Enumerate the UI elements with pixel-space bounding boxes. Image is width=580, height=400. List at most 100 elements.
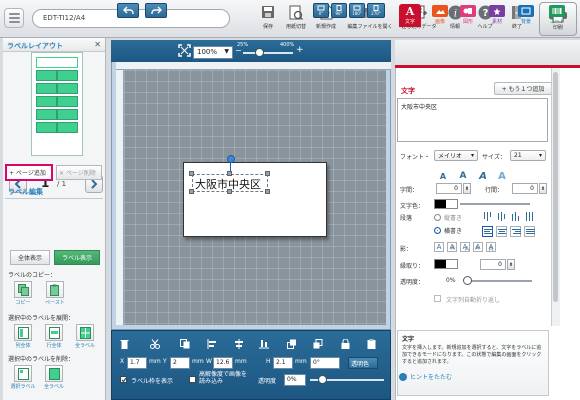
wrap-checkbox[interactable] <box>434 295 441 302</box>
resize-handle[interactable] <box>189 189 194 194</box>
text-color-swatch[interactable] <box>434 199 458 209</box>
redo-button[interactable] <box>145 3 167 18</box>
zoom-slider-thumb[interactable] <box>255 48 264 57</box>
copy-object-icon[interactable] <box>179 338 190 349</box>
delete-page-button[interactable]: ✕ ページ削除 <box>56 165 102 180</box>
resize-handle[interactable] <box>265 189 270 194</box>
align-left-icon[interactable] <box>206 338 217 349</box>
resize-handle[interactable] <box>189 171 194 176</box>
fit-screen-icon[interactable] <box>178 44 191 57</box>
shadow-none-icon[interactable]: A <box>434 242 444 252</box>
tab-material[interactable]: 素材 <box>485 4 509 27</box>
text-color-slider[interactable] <box>460 203 530 205</box>
label-cell[interactable] <box>36 57 78 68</box>
shadow-2-icon[interactable]: A <box>460 242 470 252</box>
label-cell[interactable] <box>57 70 78 81</box>
add-page-button[interactable]: + ページ追加 <box>5 164 53 181</box>
expand-row-button[interactable]: 行全体 <box>43 324 65 351</box>
shadow-1-icon[interactable]: A <box>447 242 457 252</box>
clipboard-icon[interactable] <box>366 338 377 349</box>
font-medium-a-icon[interactable]: A <box>458 171 468 181</box>
bring-front-icon[interactable] <box>286 338 297 349</box>
layout-thumbnail[interactable] <box>31 52 83 156</box>
label-cell[interactable] <box>57 83 78 94</box>
paste-button[interactable]: ペースト <box>44 281 66 308</box>
close-icon[interactable]: ✕ <box>94 40 101 49</box>
transparency-slider-thumb[interactable] <box>318 375 327 384</box>
align-bottom-icon[interactable] <box>258 338 269 349</box>
align-justify-text-button[interactable] <box>524 226 535 237</box>
font-italic-a-icon[interactable]: A <box>478 171 488 182</box>
add-more-text-button[interactable]: + もう１つ追加 <box>494 82 552 95</box>
zoom-select[interactable]: 100% ▼ <box>193 46 233 59</box>
lock-icon[interactable] <box>340 338 351 349</box>
expand-all-button[interactable]: 全ラベル <box>74 324 96 351</box>
font-select[interactable]: メイリオ ▾ <box>434 150 478 161</box>
hires-checkbox[interactable] <box>189 376 196 383</box>
menu-icon[interactable] <box>4 8 24 28</box>
hint-fold-link[interactable]: ヒントをたたむ <box>410 372 452 381</box>
zoom-slider[interactable] <box>243 52 293 54</box>
cut-icon[interactable] <box>149 338 160 349</box>
align-center-text-button[interactable] <box>496 226 507 237</box>
zoom-in-icon[interactable]: + <box>296 46 304 55</box>
rotate-180-button[interactable]: 180° <box>349 3 365 18</box>
label-cell[interactable] <box>36 109 57 120</box>
copy-button[interactable]: コピー <box>12 281 34 308</box>
view-all-button[interactable]: 全体表示 <box>10 250 50 265</box>
line-spacing-stepper[interactable]: ⬍ <box>539 183 547 194</box>
tab-text[interactable]: A 文字 <box>399 4 421 27</box>
delete-selected-button[interactable]: 選択ラベル <box>11 365 36 392</box>
label-cell[interactable] <box>57 109 78 120</box>
horizontal-radio[interactable] <box>434 227 441 234</box>
tab-image[interactable]: 画像 <box>428 4 452 27</box>
rotate-90-button[interactable]: 90° <box>331 3 347 18</box>
rotate-0-button[interactable]: 0° <box>313 3 329 18</box>
text-transparency-slider-thumb[interactable] <box>463 276 472 285</box>
label-cell[interactable] <box>36 70 57 81</box>
font-small-a-icon[interactable]: A <box>438 171 448 181</box>
align-left-text-button[interactable] <box>482 226 493 237</box>
shadow-3-icon[interactable]: A <box>473 242 483 252</box>
outline-width-stepper[interactable]: ⬍ <box>507 259 515 270</box>
char-spacing-input[interactable]: 0 <box>436 183 462 194</box>
paper-switch-button[interactable]: 用紙切替 <box>280 3 312 35</box>
transparency-input[interactable]: 0% <box>284 374 306 386</box>
zoom-out-icon[interactable]: − <box>235 47 242 55</box>
angle-input[interactable]: 0° <box>310 357 340 369</box>
show-frame-checkbox[interactable] <box>120 376 127 383</box>
size-select[interactable]: 21 ▾ <box>510 150 546 161</box>
rotate-270-button[interactable]: 270° <box>367 3 385 18</box>
rotate-handle[interactable] <box>227 155 235 163</box>
h-input[interactable]: 2.1 <box>273 357 293 369</box>
align-right-text-button[interactable] <box>510 226 521 237</box>
vertical-radio[interactable] <box>434 214 441 221</box>
font-outline-a-icon[interactable]: A <box>497 171 507 182</box>
shadow-4-icon[interactable]: A <box>486 242 496 252</box>
expand-column-button[interactable]: 列全体 <box>12 324 34 351</box>
send-back-icon[interactable] <box>312 338 323 349</box>
delete-all-button[interactable]: 全ラベル <box>43 365 65 392</box>
y-input[interactable]: 2 <box>170 357 190 369</box>
text-content-input[interactable]: 大阪市中央区 <box>397 98 548 142</box>
transparent-color-button[interactable]: 透明色 <box>348 357 378 369</box>
tab-shape[interactable]: 図形 <box>456 4 480 27</box>
char-spacing-stepper[interactable]: ⬍ <box>463 183 471 194</box>
undo-button[interactable] <box>117 3 139 18</box>
align-center-icon[interactable] <box>233 338 244 349</box>
line-spacing-input[interactable]: 0 <box>512 183 538 194</box>
view-label-button[interactable]: ラベル表示 <box>54 250 100 265</box>
delete-icon[interactable] <box>119 338 130 349</box>
text-transparency-slider[interactable] <box>464 280 532 282</box>
resize-handle[interactable] <box>227 189 232 194</box>
x-input[interactable]: 1.7 <box>127 357 147 369</box>
outline-width-input[interactable]: 0 <box>480 259 506 270</box>
resize-handle[interactable] <box>265 171 270 176</box>
label-cell[interactable] <box>57 96 78 107</box>
tab-code[interactable]: コード <box>543 4 571 27</box>
w-input[interactable]: 12.6 <box>213 357 233 369</box>
resize-handle[interactable] <box>227 171 232 176</box>
label-cell[interactable] <box>36 122 57 133</box>
tab-background[interactable]: 背景 <box>514 4 538 27</box>
label-cell[interactable] <box>36 96 57 107</box>
